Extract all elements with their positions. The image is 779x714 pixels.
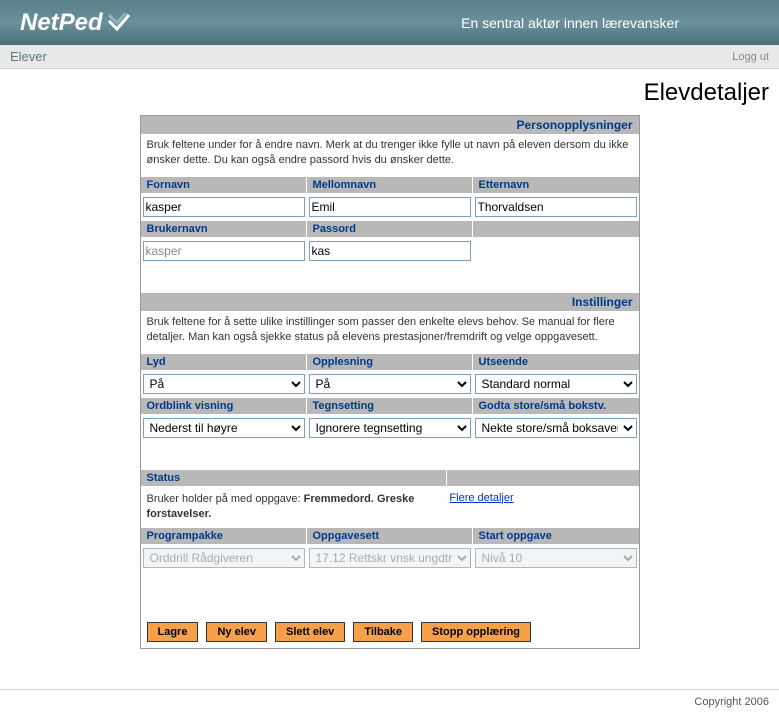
section-instillinger-desc: Bruk feltene for å sette ulike instillin… xyxy=(141,311,639,354)
logo: NetPed xyxy=(20,9,131,37)
label-start-oppgave: Start oppgave xyxy=(473,528,639,544)
utseende-select[interactable]: Standard normal xyxy=(475,374,637,394)
label-empty1 xyxy=(473,221,639,237)
label-mellomnavn: Mellomnavn xyxy=(307,177,473,193)
page-title: Elevdetaljer xyxy=(0,69,779,115)
label-passord: Passord xyxy=(307,221,473,237)
section-personopplysninger-header: Personopplysninger xyxy=(141,116,639,134)
subheader-bar: Elever Logg ut xyxy=(0,45,779,69)
label-status-empty xyxy=(447,470,639,486)
slett-elev-button[interactable]: Slett elev xyxy=(275,622,345,642)
credentials-row: Brukernavn Passord xyxy=(141,221,639,265)
app-header: NetPed En sentral aktør innen lærevanske… xyxy=(0,0,779,45)
label-oppgavesett: Oppgavesett xyxy=(307,528,473,544)
settings-row-2: Ordblink visning Nederst til høyre Tegns… xyxy=(141,398,639,442)
stopp-opplaering-button[interactable]: Stopp opplæring xyxy=(421,622,531,642)
label-etternavn: Etternavn xyxy=(473,177,639,193)
tilbake-button[interactable]: Tilbake xyxy=(353,622,413,642)
tagline: En sentral aktør innen lærevansker xyxy=(461,15,679,31)
section-personopplysninger-desc: Bruk feltene under for å endre navn. Mer… xyxy=(141,134,639,177)
passord-input[interactable] xyxy=(309,241,471,261)
fornavn-input[interactable] xyxy=(143,197,305,217)
settings-row-1: Lyd På Opplesning På Utseende Standard n… xyxy=(141,354,639,398)
label-tegnsetting: Tegnsetting xyxy=(307,398,473,414)
status-text: Bruker holder på med oppgave: Fremmedord… xyxy=(147,492,440,523)
status-selects-row: Programpakke Orddrill Rådgiveren Oppgave… xyxy=(141,528,639,572)
main-panel: Personopplysninger Bruk feltene under fo… xyxy=(140,115,640,649)
logo-text: NetPed xyxy=(20,9,103,37)
label-opplesning: Opplesning xyxy=(307,354,473,370)
tegnsetting-select[interactable]: Ignorere tegnsetting xyxy=(309,418,471,438)
programpakke-select: Orddrill Rådgiveren xyxy=(143,548,305,568)
logo-check-icon xyxy=(107,13,131,33)
status-prefix: Bruker holder på med oppgave: xyxy=(147,493,304,505)
opplesning-select[interactable]: På xyxy=(309,374,471,394)
button-row: Lagre Ny elev Slett elev Tilbake Stopp o… xyxy=(141,612,639,648)
brukernavn-input xyxy=(143,241,305,261)
lagre-button[interactable]: Lagre xyxy=(147,622,199,642)
status-row: Bruker holder på med oppgave: Fremmedord… xyxy=(141,486,639,529)
ordblink-select[interactable]: Nederst til høyre xyxy=(143,418,305,438)
breadcrumb[interactable]: Elever xyxy=(10,49,47,64)
start-oppgave-select: Nivå 10 xyxy=(475,548,637,568)
ny-elev-button[interactable]: Ny elev xyxy=(206,622,267,642)
flere-detaljer-link[interactable]: Flere detaljer xyxy=(449,492,513,504)
oppgavesett-select: 17.12 Rettskr vnsk ungdtr/vok xyxy=(309,548,471,568)
footer: Copyright 2006 xyxy=(0,689,779,714)
godta-select[interactable]: Nekte store/små boksaver xyxy=(475,418,637,438)
label-programpakke: Programpakke xyxy=(141,528,307,544)
mellomnavn-input[interactable] xyxy=(309,197,471,217)
label-brukernavn: Brukernavn xyxy=(141,221,307,237)
label-ordblink: Ordblink visning xyxy=(141,398,307,414)
section-instillinger-header: Instillinger xyxy=(141,293,639,311)
name-row: Fornavn Mellomnavn Etternavn xyxy=(141,177,639,221)
status-header-row: Status xyxy=(141,470,639,486)
label-fornavn: Fornavn xyxy=(141,177,307,193)
label-utseende: Utseende xyxy=(473,354,639,370)
lyd-select[interactable]: På xyxy=(143,374,305,394)
label-godta: Godta store/små bokstv. xyxy=(473,398,639,414)
logout-link[interactable]: Logg ut xyxy=(732,51,769,63)
label-lyd: Lyd xyxy=(141,354,307,370)
etternavn-input[interactable] xyxy=(475,197,637,217)
label-status: Status xyxy=(141,470,447,486)
